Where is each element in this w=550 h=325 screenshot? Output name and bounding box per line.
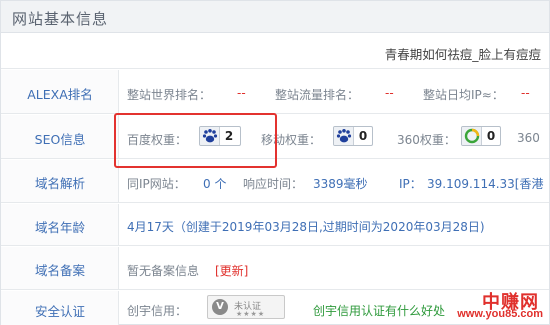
so360-cut-label: 360 bbox=[517, 131, 540, 145]
verified-v-icon: V bbox=[212, 299, 228, 315]
credit-label: 创宇信用： bbox=[127, 304, 188, 318]
traffic-rank-label: 整站流量排名： bbox=[275, 88, 360, 102]
traffic-rank-value: -- bbox=[385, 86, 394, 100]
response-time-value: 3389毫秒 bbox=[313, 177, 368, 191]
site-title-strip: 青春期如何祛痘_脸上有痘痘 bbox=[1, 34, 549, 69]
ip-value[interactable]: 39.109.114.33[香港 bbox=[427, 175, 543, 192]
daily-ip-value: -- bbox=[521, 86, 530, 100]
watermark-url: www.you85.com bbox=[457, 308, 543, 320]
seo-label: SEO信息 bbox=[34, 132, 86, 147]
icp-refresh-link[interactable]: [更新] bbox=[215, 262, 248, 279]
mobile-paw-icon bbox=[334, 127, 354, 145]
same-ip-label: 同IP网站： bbox=[127, 177, 186, 191]
credit-badge[interactable]: V 未认证 ★★★★ bbox=[207, 295, 285, 319]
alexa-row: ALEXA排名 整站世界排名： -- 整站流量排名： -- 整站日均IP≈： -… bbox=[1, 70, 549, 114]
site-info-panel: 网站基本信息 青春期如何祛痘_脸上有痘痘 ALEXA排名 整站世界排名： -- … bbox=[0, 0, 550, 325]
panel-header: 网站基本信息 bbox=[1, 1, 549, 33]
response-time-label: 响应时间： bbox=[243, 177, 304, 191]
so360-weight-badge[interactable]: 0 bbox=[461, 126, 501, 146]
ip-label: IP： bbox=[399, 177, 422, 191]
icp-value: 暂无备案信息 bbox=[127, 264, 200, 278]
domain-age-row: 域名年龄 4月17天（创建于2019年03月28日,过期时间为2020年03月2… bbox=[1, 204, 549, 246]
domain-age-label: 域名年龄 bbox=[34, 220, 85, 235]
site-title[interactable]: 青春期如何祛痘_脸上有痘痘 bbox=[385, 44, 541, 63]
mobile-weight-badge[interactable]: 0 bbox=[333, 126, 373, 146]
world-rank-value: -- bbox=[237, 86, 246, 100]
site-watermark: 中赚网 www.you85.com bbox=[449, 288, 545, 322]
panel-title: 网站基本信息 bbox=[12, 10, 109, 28]
so360-weight-value: 0 bbox=[486, 129, 496, 143]
360-ring-icon bbox=[462, 127, 482, 145]
icp-label: 域名备案 bbox=[34, 263, 85, 278]
so360-weight-label: 360权重： bbox=[397, 133, 456, 147]
domain-age-value: 4月17天（创建于2019年03月28日,过期时间为2020年03月28日) bbox=[127, 220, 485, 234]
credit-badge-stars: ★★★★ bbox=[236, 310, 266, 318]
same-ip-value[interactable]: 0 个 bbox=[203, 175, 226, 192]
dns-label: 域名解析 bbox=[34, 176, 85, 191]
world-rank-label: 整站世界排名： bbox=[127, 88, 212, 102]
daily-ip-label: 整站日均IP≈： bbox=[423, 88, 504, 102]
seo-highlight-box bbox=[114, 113, 277, 168]
cert-label: 安全认证 bbox=[34, 304, 85, 319]
alexa-label: ALEXA排名 bbox=[27, 87, 93, 102]
mobile-weight-value: 0 bbox=[358, 129, 368, 143]
credit-benefit-link[interactable]: 创宇信用认证有什么好处 bbox=[313, 302, 445, 319]
icp-row: 域名备案 暂无备案信息 [更新] bbox=[1, 247, 549, 290]
